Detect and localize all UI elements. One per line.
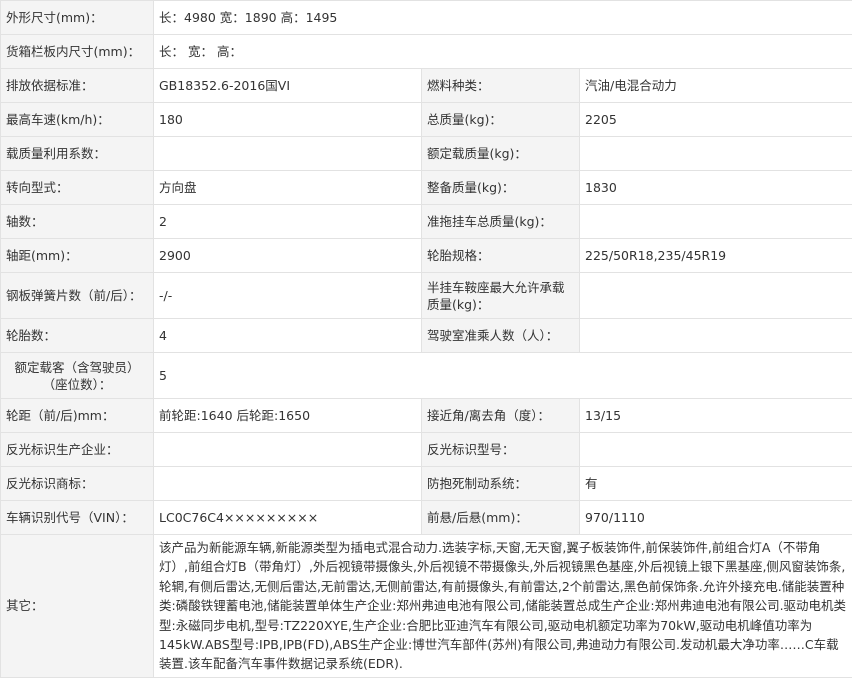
vehicle-spec-table: 外形尺寸(mm)： 长：4980 宽：1890 高：1495 货箱栏板内尺寸(m… xyxy=(0,0,852,678)
spec-value: GB18352.6-2016国VI xyxy=(153,68,422,103)
spec-label: 载质量利用系数： xyxy=(0,136,154,171)
spec-value: LC0C76C4××××××××× xyxy=(153,500,422,535)
spec-value: 180 xyxy=(153,102,422,137)
spec-label: 其它： xyxy=(0,534,154,678)
spec-value: -/- xyxy=(153,272,422,319)
spec-value: 前轮距:1640 后轮距:1650 xyxy=(153,398,422,433)
table-row: 排放依据标准： GB18352.6-2016国VI 燃料种类： 汽油/电混合动力 xyxy=(0,68,852,103)
spec-value: 汽油/电混合动力 xyxy=(578,68,852,103)
spec-label: 驾驶室准乘人数（人）： xyxy=(421,318,580,353)
spec-label: 轴距(mm)： xyxy=(0,238,154,273)
spec-label: 钢板弹簧片数（前/后）： xyxy=(0,272,154,319)
spec-label: 最高车速(km/h)： xyxy=(0,102,154,137)
spec-label: 燃料种类： xyxy=(421,68,580,103)
spec-label: 整备质量(kg)： xyxy=(421,170,580,205)
spec-value xyxy=(153,466,422,501)
spec-label: 排放依据标准： xyxy=(0,68,154,103)
spec-value: 225/50R18,235/45R19 xyxy=(578,238,852,273)
spec-label: 反光标识生产企业： xyxy=(0,432,154,467)
table-row: 轴距(mm)： 2900 轮胎规格： 225/50R18,235/45R19 xyxy=(0,238,852,273)
table-row: 额定载客（含驾驶员）（座位数）： 5 xyxy=(0,352,852,399)
spec-label: 外形尺寸(mm)： xyxy=(0,0,154,35)
spec-label: 额定载客（含驾驶员）（座位数）： xyxy=(0,352,154,399)
table-row: 车辆识别代号（VIN）： LC0C76C4××××××××× 前悬/后悬(mm)… xyxy=(0,500,852,535)
table-row: 载质量利用系数： 额定载质量(kg)： xyxy=(0,136,852,171)
spec-value: 有 xyxy=(578,466,852,501)
spec-label: 轮胎数： xyxy=(0,318,154,353)
spec-value xyxy=(578,272,852,319)
spec-value xyxy=(153,432,422,467)
spec-value: 1830 xyxy=(578,170,852,205)
table-row: 轴数： 2 准拖挂车总质量(kg)： xyxy=(0,204,852,239)
spec-value: 5 xyxy=(152,352,852,399)
table-row: 货箱栏板内尺寸(mm)： 长： 宽： 高： xyxy=(0,34,852,69)
spec-label: 转向型式： xyxy=(0,170,154,205)
spec-value: 2205 xyxy=(578,102,852,137)
spec-value xyxy=(578,432,852,467)
spec-value xyxy=(578,136,852,171)
spec-label: 总质量(kg)： xyxy=(421,102,580,137)
spec-label: 反光标识商标： xyxy=(0,466,154,501)
spec-label: 反光标识型号： xyxy=(421,432,580,467)
spec-label: 轴数： xyxy=(0,204,154,239)
spec-label: 接近角/离去角（度）： xyxy=(421,398,580,433)
table-row: 最高车速(km/h)： 180 总质量(kg)： 2205 xyxy=(0,102,852,137)
spec-label: 轮胎规格： xyxy=(421,238,580,273)
table-row: 其它： 该产品为新能源车辆,新能源类型为插电式混合动力.选装字标,天窗,无天窗,… xyxy=(0,534,852,678)
spec-value: 长： 宽： 高： xyxy=(152,34,852,69)
spec-value: 该产品为新能源车辆,新能源类型为插电式混合动力.选装字标,天窗,无天窗,翼子板装… xyxy=(152,534,852,678)
spec-label: 货箱栏板内尺寸(mm)： xyxy=(0,34,154,69)
spec-value: 13/15 xyxy=(578,398,852,433)
spec-label: 轮距（前/后)mm： xyxy=(0,398,154,433)
spec-value: 方向盘 xyxy=(153,170,422,205)
spec-value: 970/1110 xyxy=(578,500,852,535)
table-row: 反光标识商标： 防抱死制动系统： 有 xyxy=(0,466,852,501)
spec-value: 长：4980 宽：1890 高：1495 xyxy=(152,0,852,35)
spec-value xyxy=(578,318,852,353)
spec-label: 车辆识别代号（VIN）： xyxy=(0,500,154,535)
table-row: 反光标识生产企业： 反光标识型号： xyxy=(0,432,852,467)
table-row: 外形尺寸(mm)： 长：4980 宽：1890 高：1495 xyxy=(0,0,852,35)
table-row: 钢板弹簧片数（前/后）： -/- 半挂车鞍座最大允许承载质量(kg)： xyxy=(0,272,852,319)
spec-value: 4 xyxy=(153,318,422,353)
spec-label: 准拖挂车总质量(kg)： xyxy=(421,204,580,239)
table-row: 转向型式： 方向盘 整备质量(kg)： 1830 xyxy=(0,170,852,205)
spec-value xyxy=(578,204,852,239)
spec-label: 防抱死制动系统： xyxy=(421,466,580,501)
spec-label: 额定载质量(kg)： xyxy=(421,136,580,171)
spec-value: 2900 xyxy=(153,238,422,273)
table-row: 轮胎数： 4 驾驶室准乘人数（人）： xyxy=(0,318,852,353)
spec-value xyxy=(153,136,422,171)
spec-label: 半挂车鞍座最大允许承载质量(kg)： xyxy=(421,272,580,319)
spec-label: 前悬/后悬(mm)： xyxy=(421,500,580,535)
spec-value: 2 xyxy=(153,204,422,239)
table-row: 轮距（前/后)mm： 前轮距:1640 后轮距:1650 接近角/离去角（度）：… xyxy=(0,398,852,433)
